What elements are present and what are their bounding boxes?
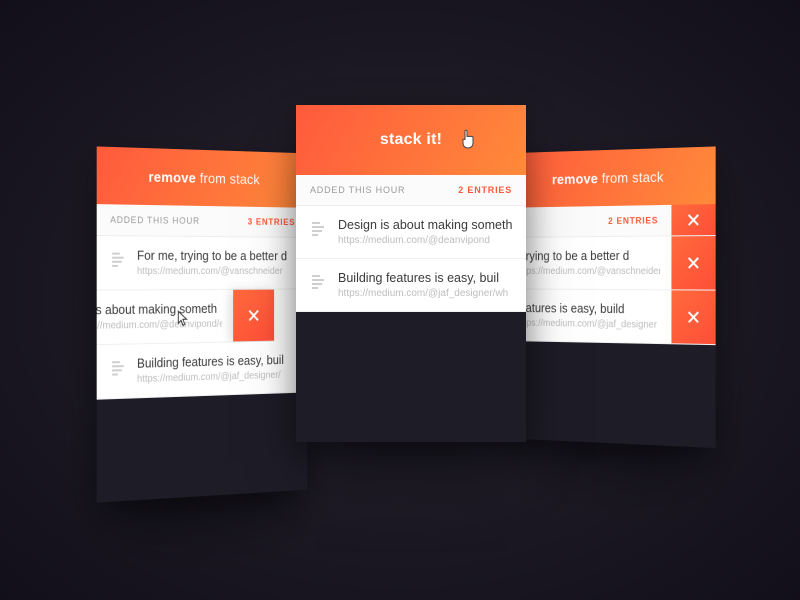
subbar-count: 2 ENTRIES	[608, 215, 658, 226]
list-item[interactable]: For me, trying to be a better d https://…	[97, 236, 308, 291]
header-strong: remove	[148, 168, 196, 185]
delete-button[interactable]	[671, 236, 715, 290]
close-icon	[248, 309, 259, 321]
list-item[interactable]: Building features is easy, buil https://…	[296, 259, 526, 312]
card-remove-buttons: remove from stack 2 ENTRIES , trying to …	[504, 146, 715, 448]
document-icon	[110, 359, 125, 376]
card-base	[504, 341, 715, 448]
item-url: https://medium.com/@jaf_designer	[517, 318, 660, 331]
delete-button[interactable]	[671, 290, 715, 344]
card-base	[296, 312, 526, 442]
list-item[interactable]: features is easy, build https://medium.c…	[504, 289, 715, 345]
list-item[interactable]: Design is about making someth https://me…	[296, 206, 526, 259]
section-subbar: ADDED THIS HOUR 3 ENTRIES	[97, 204, 308, 238]
item-title: features is easy, build	[517, 301, 660, 316]
section-subbar: ADDED THIS HOUR 2 ENTRIES	[296, 175, 526, 206]
subbar-label: ADDED THIS HOUR	[110, 215, 200, 226]
item-url: https://medium.com/@jaf_designer/wh	[338, 288, 512, 299]
item-url: https://medium.com/@jaf_designer/	[137, 369, 295, 385]
item-title: ign is about making someth	[97, 302, 223, 318]
item-title: Building features is easy, buil	[137, 353, 295, 371]
delete-button[interactable]	[671, 204, 715, 235]
item-url: https://medium.com/@deanvipond/ex	[97, 319, 223, 332]
delete-button[interactable]	[233, 290, 274, 342]
list-item[interactable]: Building features is easy, buil https://…	[97, 341, 308, 400]
section-subbar: 2 ENTRIES	[504, 204, 715, 238]
item-url: https://medium.com/@deanvipond	[338, 235, 512, 246]
close-icon	[688, 311, 700, 323]
card-header: remove from stack	[97, 146, 308, 207]
card-remove-swipe: remove from stack ADDED THIS HOUR 3 ENTR…	[97, 146, 308, 502]
header-strong: stack	[380, 131, 422, 148]
pointer-cursor-icon	[460, 129, 476, 149]
item-title: Design is about making someth	[338, 218, 512, 232]
list-item-swiped[interactable]: ign is about making someth https://mediu…	[97, 290, 274, 346]
item-title: For me, trying to be a better d	[137, 249, 295, 264]
subbar-count: 3 ENTRIES	[248, 217, 295, 227]
card-header[interactable]: stack it!	[296, 105, 526, 175]
header-strong: remove	[552, 170, 598, 187]
item-title: Building features is easy, buil	[338, 271, 512, 285]
close-icon	[688, 214, 700, 226]
subbar-count: 2 ENTRIES	[458, 185, 512, 195]
document-icon	[310, 273, 326, 289]
close-icon	[688, 257, 700, 269]
card-stack-it: stack it! ADDED THIS HOUR 2 ENTRIES Desi…	[296, 105, 526, 442]
header-light: from stack	[598, 168, 664, 186]
document-icon	[310, 220, 326, 236]
card-base	[97, 392, 308, 502]
subbar-label: ADDED THIS HOUR	[310, 185, 405, 195]
card-header: remove from stack	[504, 146, 715, 207]
header-light: from stack	[196, 170, 260, 188]
item-url: https://medium.com/@vanschneider	[517, 266, 660, 277]
document-icon	[110, 251, 125, 267]
item-url: https://medium.com/@vanschneider	[137, 266, 295, 277]
list-item[interactable]: , trying to be a better d https://medium…	[504, 236, 715, 291]
item-title: , trying to be a better d	[517, 249, 660, 263]
stage: remove from stack ADDED THIS HOUR 3 ENTR…	[0, 0, 800, 600]
header-light: it!	[422, 131, 442, 148]
